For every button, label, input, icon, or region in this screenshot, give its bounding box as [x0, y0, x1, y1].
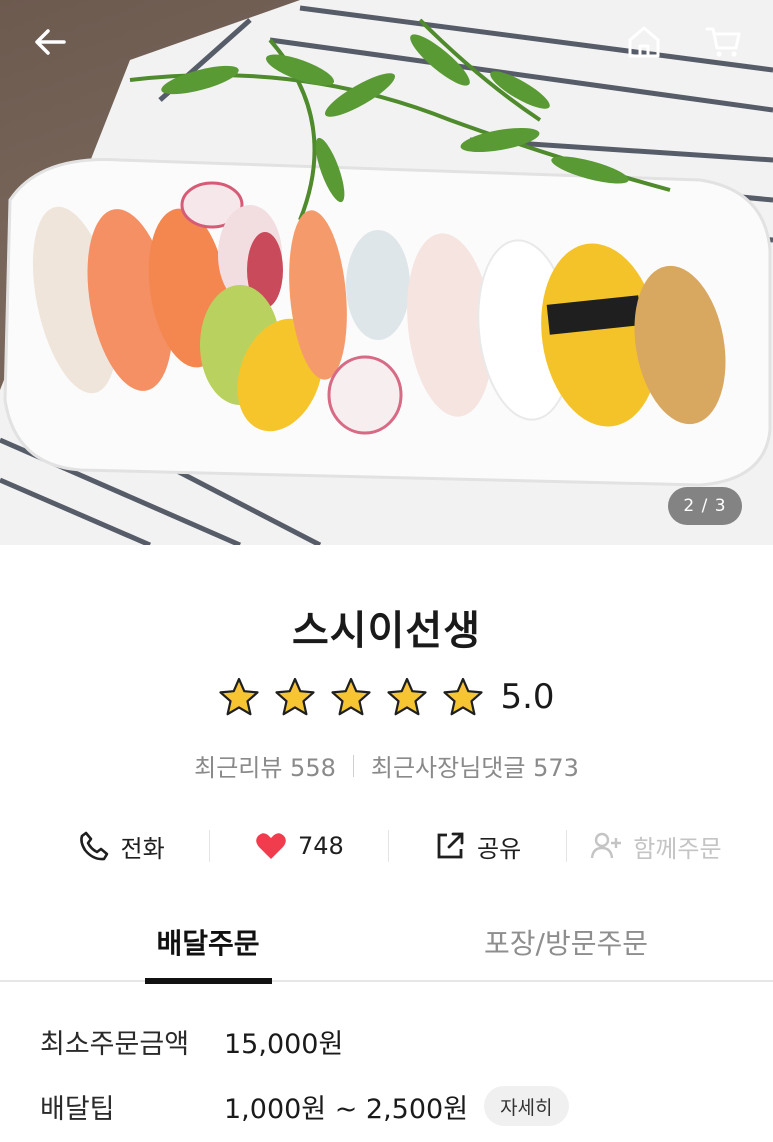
min-order-label: 최소주문금액 — [40, 1029, 190, 1060]
delivery-tip-detail-button[interactable]: 자세히 — [484, 1086, 569, 1126]
call-label: 전화 — [120, 834, 165, 863]
review-counts: 최근리뷰 558 최근사장님댓글 573 — [0, 748, 773, 783]
order-type-tabs: 배달주문 포장/방문주문 — [0, 908, 773, 984]
owner-replies-count[interactable]: 최근사장님댓글 573 — [371, 748, 579, 783]
group-order-label: 함께주문 — [633, 834, 722, 863]
image-counter: 2 / 3 — [668, 487, 742, 525]
heart-icon — [256, 833, 286, 859]
counts-divider — [352, 754, 354, 777]
star-icon — [275, 677, 316, 716]
rating-value: 5.0 — [500, 677, 555, 717]
tab-delivery[interactable]: 배달주문 — [0, 908, 416, 984]
min-order-value: 15,000원 — [224, 1029, 344, 1060]
star-icon — [387, 677, 428, 716]
action-bar: 전화 748 공유 함께주문 — [32, 818, 744, 874]
rating-row[interactable]: 5.0 — [0, 676, 773, 718]
home-icon — [628, 26, 660, 58]
cart-icon — [705, 27, 741, 57]
star-icon — [219, 677, 260, 716]
store-photo-carousel[interactable]: 2 / 3 — [0, 0, 773, 545]
share-button[interactable]: 공유 — [389, 829, 566, 864]
share-label: 공유 — [477, 834, 522, 863]
delivery-tip-value: 1,000원 ~ 2,500원 — [224, 1093, 469, 1125]
back-button[interactable] — [26, 18, 74, 66]
add-person-icon — [591, 832, 622, 859]
min-order-row: 최소주문금액 15,000원 — [40, 1022, 343, 1061]
tab-delivery-label: 배달주문 — [156, 927, 260, 960]
delivery-tip-row: 배달팁 1,000원 ~ 2,500원 자세히 — [40, 1086, 569, 1126]
home-button[interactable] — [620, 18, 668, 66]
call-button[interactable]: 전화 — [32, 829, 209, 864]
like-count: 748 — [297, 832, 344, 860]
star-icon — [331, 677, 372, 716]
store-name: 스시이선생 — [292, 608, 481, 654]
arrow-left-icon — [35, 29, 66, 55]
cart-button[interactable] — [700, 18, 748, 66]
share-icon — [437, 832, 464, 859]
sushi-photo — [0, 0, 773, 545]
tab-pickup-label: 포장/방문주문 — [484, 927, 648, 960]
star-icon — [443, 677, 484, 716]
like-button[interactable]: 748 — [210, 829, 387, 863]
delivery-tip-label: 배달팁 — [40, 1093, 115, 1125]
recent-reviews-count[interactable]: 최근리뷰 558 — [194, 748, 336, 783]
rating-stars — [218, 676, 484, 718]
phone-icon — [79, 831, 108, 861]
tab-pickup[interactable]: 포장/방문주문 — [358, 908, 773, 982]
group-order-button[interactable]: 함께주문 — [567, 829, 744, 864]
